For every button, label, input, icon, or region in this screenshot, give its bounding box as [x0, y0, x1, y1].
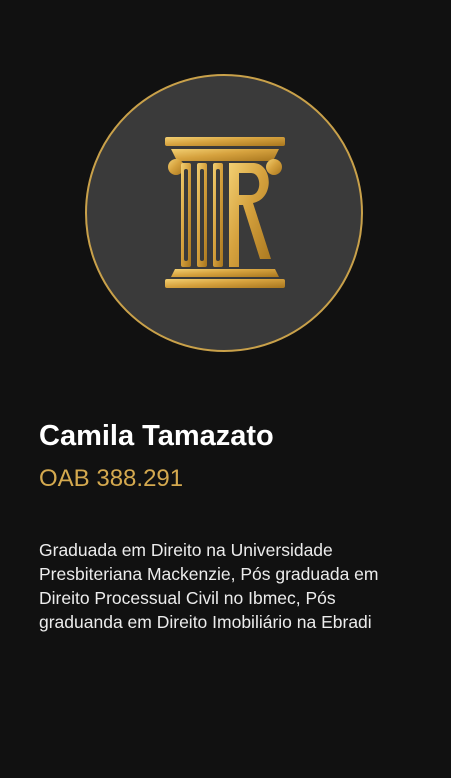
logo-badge — [85, 74, 363, 352]
profile-card: Camila Tamazato OAB 388.291 Graduada em … — [0, 0, 451, 778]
column-monogram-icon — [165, 137, 285, 288]
profile-bio: Graduada em Direito na Universidade Pres… — [39, 540, 379, 632]
registration-number: OAB 388.291 — [39, 465, 184, 492]
profile-name: Camila Tamazato — [39, 420, 274, 452]
